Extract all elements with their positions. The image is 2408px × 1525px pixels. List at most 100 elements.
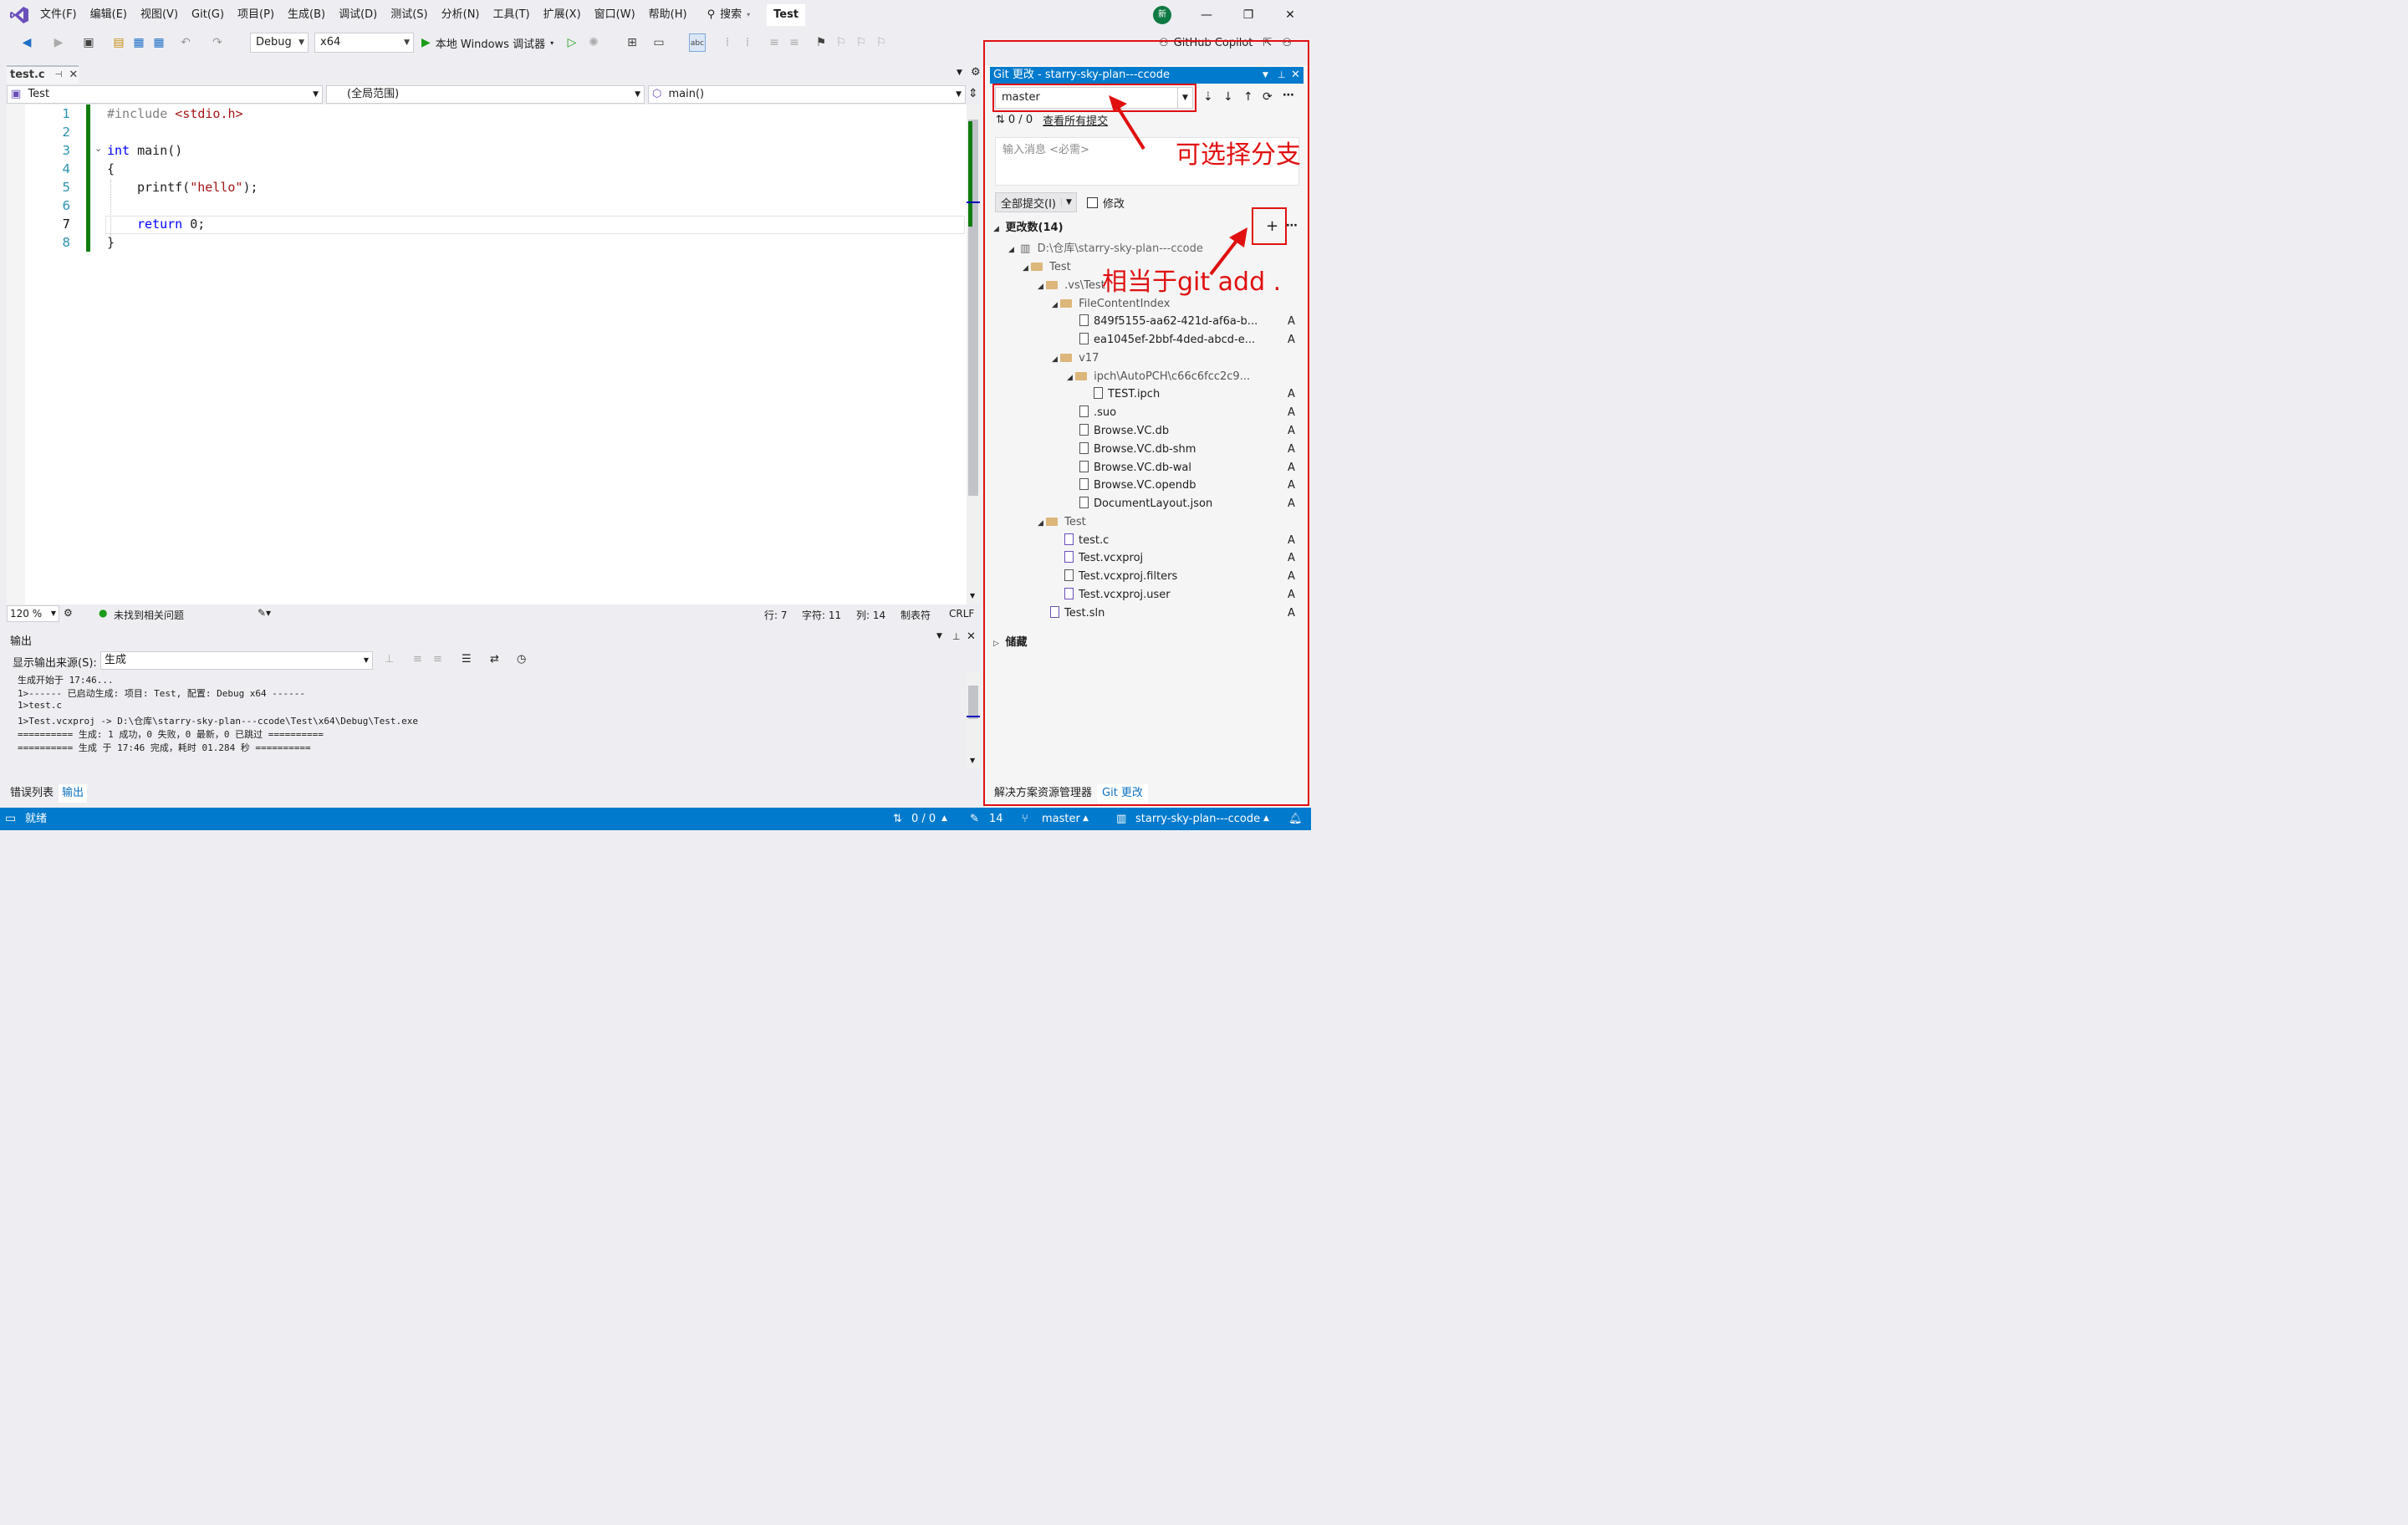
undo-icon[interactable]: ↶ [177,33,194,52]
menu-git[interactable]: Git(G) [185,0,231,30]
status-edits[interactable]: 14 [989,808,1003,830]
platform-select[interactable]: x64 ▼ [314,33,414,53]
vertical-scrollbar[interactable]: ▼ [967,105,980,604]
find-message-icon[interactable]: ⊥ [385,653,394,666]
clock-icon[interactable]: ◷ [517,653,526,666]
menu-file[interactable]: 文件(F) [33,0,84,30]
prev-message-icon[interactable]: ≡ [413,653,422,666]
stage-all-highlight [1252,207,1287,245]
line-number: 6 [62,198,70,213]
code-line-4: { [107,161,115,176]
menu-analyze[interactable]: 分析(N) [435,0,487,30]
start-without-debug-icon[interactable]: ▷ [564,33,580,52]
comment-icon[interactable]: ⁞ [719,33,736,52]
tab-list-icon[interactable]: ▼ [957,69,962,77]
menu-extensions[interactable]: 扩展(X) [537,0,588,30]
line-ending[interactable]: CRLF [949,608,974,620]
prev-bookmark-icon[interactable]: ⚐ [833,33,849,52]
tab-test-c[interactable]: test.c ⊣ ✕ [7,65,79,84]
word-wrap-icon[interactable]: ⇄ [490,653,499,666]
split-icon[interactable]: ⇕ [968,87,978,100]
pin-icon[interactable]: ⊥ [952,631,961,642]
avatar[interactable]: 新 [1153,6,1171,24]
indent-icon[interactable]: ≡ [766,33,783,52]
minimize-icon[interactable]: — [1187,0,1226,30]
scrollbar-thumb[interactable] [968,686,978,719]
sync-arrows-icon[interactable]: ⇅ [893,808,902,830]
status-ready: 就绪 [25,813,48,825]
config-select[interactable]: Debug ▼ [250,33,309,53]
next-bookmark-icon[interactable]: ⚐ [853,33,870,52]
next-message-icon[interactable]: ≡ [433,653,442,666]
menu-test[interactable]: 测试(S) [384,0,434,30]
output-line: 1>------ 已启动生成: 项目: Test, 配置: Debug x64 … [18,688,306,699]
output-source-select[interactable]: 生成 ▼ [100,651,373,670]
gear-icon[interactable]: ⚙ [971,66,981,79]
menu-view[interactable]: 视图(V) [134,0,185,30]
pencil-icon[interactable]: ✎ [970,808,979,830]
menu-edit[interactable]: 编辑(E) [84,0,134,30]
start-debug-button[interactable]: ▶ 本地 Windows 调试器 ▾ [421,33,554,52]
clear-bookmarks-icon[interactable]: ⚐ [873,33,890,52]
restore-icon[interactable]: ❐ [1229,0,1268,30]
feedback-icon[interactable]: ⚙ [64,607,73,619]
clear-all-icon[interactable]: ☰ [462,653,472,666]
browse-icon[interactable]: ⊞ [624,33,640,52]
close-icon[interactable]: ✕ [69,67,78,84]
menu-window[interactable]: 窗口(W) [588,0,642,30]
scroll-down-icon[interactable]: ▼ [970,592,975,599]
close-icon[interactable]: ✕ [1271,0,1309,30]
output-scrollbar[interactable]: ▼ [967,672,980,769]
chevron-down-icon: ▾ [747,11,751,18]
zoom-select[interactable]: 120 % ▼ [7,605,59,622]
caret-marker [967,716,980,717]
menu-project[interactable]: 项目(P) [231,0,281,30]
nav-function-select[interactable]: ⬡ main() ▼ [648,85,966,104]
status-repo[interactable]: starry-sky-plan---ccode [1135,808,1260,830]
line-number-current: 7 [62,217,70,232]
code-token: return [137,217,183,232]
cursor-char: 字符: 11 [802,609,842,621]
tab-output[interactable]: 输出 [59,784,88,803]
forward-icon[interactable]: ▶ [50,33,67,52]
status-branch[interactable]: master [1042,808,1080,830]
collapse-icon[interactable]: ⌄ [94,143,102,154]
repo-icon[interactable]: ▥ [1116,808,1126,830]
back-icon[interactable]: ◀ [18,33,35,52]
tab-error-list[interactable]: 错误列表 [7,784,57,803]
output-text[interactable]: 生成开始于 17:46... 1>------ 已启动生成: 项目: Test,… [7,672,980,769]
uncomment-icon[interactable]: ⁞ [739,33,756,52]
branch-icon[interactable]: ⑂ [1022,808,1028,830]
redo-icon[interactable]: ↷ [209,33,226,52]
close-icon[interactable]: ✕ [967,630,976,643]
scroll-down-icon[interactable]: ▼ [970,757,975,764]
save-icon[interactable]: ▦ [130,33,147,52]
menu-help[interactable]: 帮助(H) [642,0,694,30]
chevron-down-icon: ▼ [635,90,640,99]
dropdown-icon[interactable]: ▼ [936,632,942,640]
status-sync[interactable]: 0 / 0 [911,808,936,830]
indent-mode[interactable]: 制表符 [900,608,931,622]
pin-icon[interactable]: ⊣ [55,67,63,84]
menu-build[interactable]: 生成(B) [281,0,332,30]
line-number: 8 [62,235,70,250]
new-project-icon[interactable]: ▣ [80,33,97,52]
nav-project-select[interactable]: ▣ Test ▼ [7,85,323,104]
save-all-icon[interactable]: ▦ [150,33,167,52]
search-button[interactable]: ⚲ 搜索 ▾ [701,0,758,30]
hot-reload-icon[interactable]: ✺ [585,33,602,52]
spell-check-icon[interactable]: abc [689,33,706,52]
open-folder-icon[interactable]: ▤ [110,33,127,52]
menu-debug[interactable]: 调试(D) [332,0,384,30]
menu-tools[interactable]: 工具(T) [487,0,537,30]
outdent-icon[interactable]: ≡ [786,33,803,52]
layout-icon[interactable]: ▭ [650,33,667,52]
output-window-icon[interactable]: ▭ [5,808,16,830]
nav-scope-select[interactable]: (全局范围) ▼ [326,85,645,104]
bookmark-icon[interactable]: ⚑ [813,33,829,52]
issues-label[interactable]: 未找到相关问题 [114,608,184,622]
notification-bell-icon[interactable]: 🔔︎ [1288,808,1303,830]
code-editor[interactable]: 1 2 3 4 5 6 7 8 ⌄ #include <stdio.h> int… [7,105,980,604]
status-bar: ▭ 就绪 ⇅ 0 / 0 ▲ ✎ 14 ⑂ master ▲ ▥ starry-… [0,808,1311,830]
cleanup-icon[interactable]: ✎▾ [258,607,271,619]
